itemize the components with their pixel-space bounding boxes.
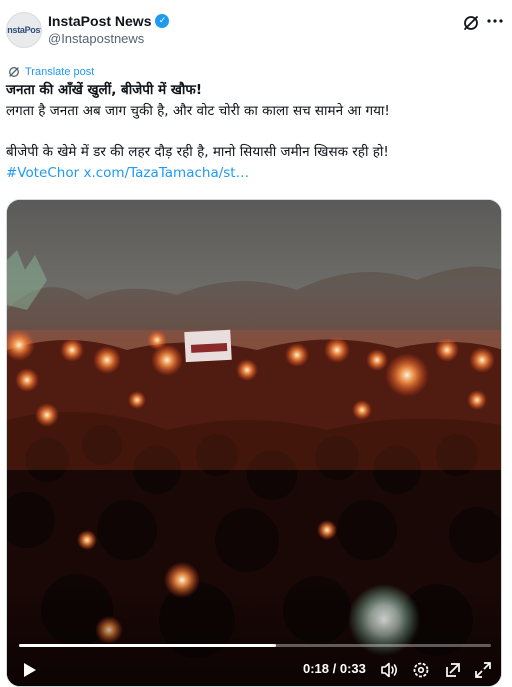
settings-icon[interactable] bbox=[411, 660, 431, 680]
popout-icon[interactable] bbox=[443, 660, 463, 680]
grok-icon[interactable] bbox=[461, 13, 481, 33]
translate-label: Translate post bbox=[25, 66, 95, 78]
avatar[interactable]: InstaPost bbox=[6, 12, 42, 48]
post-header: InstaPost InstaPost News ✓ @Instapostnew… bbox=[0, 0, 512, 60]
video-controls: 0:18 / 0:33 bbox=[7, 652, 501, 686]
video-progress-track[interactable] bbox=[19, 644, 491, 647]
post-line-1: लगता है जनता अब जाग चुकी है, और वोट चोरी… bbox=[6, 103, 390, 119]
translate-post-link[interactable]: Translate post bbox=[8, 66, 94, 78]
post-text: जनता की आँखें खुलीं, बीजेपी में खौफ! लगत… bbox=[6, 80, 506, 184]
hashtag-link[interactable]: #VoteChor bbox=[6, 165, 79, 181]
avatar-logo-text: InstaPost bbox=[6, 25, 42, 35]
post-line-2: बीजेपी के खेमे में डर की लहर दौड़ रही है… bbox=[6, 144, 389, 160]
post-title: जनता की आँखें खुलीं, बीजेपी में खौफ! bbox=[6, 82, 202, 98]
display-name[interactable]: InstaPost News bbox=[48, 13, 151, 29]
play-icon[interactable] bbox=[19, 660, 39, 680]
post-links-line: #VoteChor x.com/TazaTamacha/st… bbox=[6, 163, 506, 184]
volume-icon[interactable] bbox=[379, 660, 399, 680]
video-player[interactable]: 0:18 / 0:33 bbox=[6, 199, 502, 687]
verified-badge-icon: ✓ bbox=[155, 14, 170, 28]
video-progress-fill bbox=[19, 644, 277, 647]
video-time: 0:18 / 0:33 bbox=[303, 661, 366, 676]
more-icon[interactable] bbox=[484, 10, 506, 32]
fullscreen-icon[interactable] bbox=[473, 660, 493, 680]
handle[interactable]: @Instapostnews bbox=[48, 31, 144, 46]
translate-icon bbox=[9, 67, 19, 77]
name-row: InstaPost News ✓ bbox=[48, 13, 170, 29]
video-frame bbox=[7, 200, 501, 686]
url-link[interactable]: x.com/TazaTamacha/st… bbox=[83, 165, 249, 181]
